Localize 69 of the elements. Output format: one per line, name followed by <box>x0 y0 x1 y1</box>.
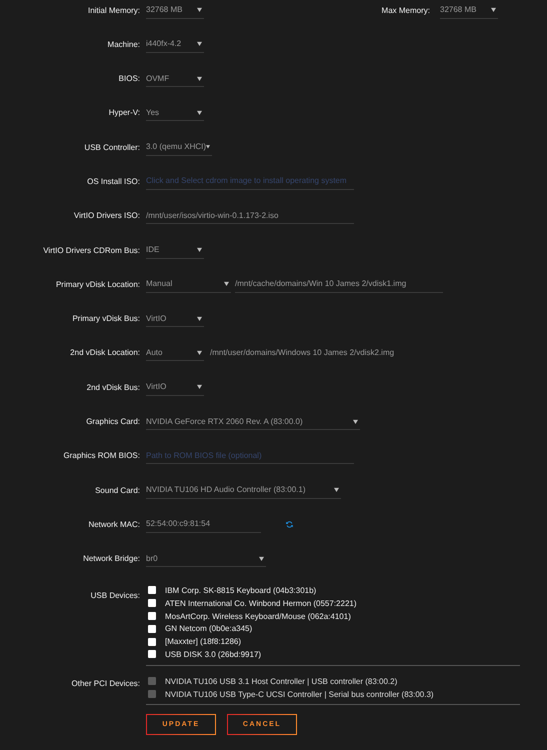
dropdown[interactable]: OVMF <box>146 70 204 88</box>
device-label: USB DISK 3.0 (26bd:9917) <box>165 650 262 659</box>
field-label: VirtIO Drivers CDRom Bus: <box>42 246 141 255</box>
checkbox[interactable] <box>148 586 156 594</box>
input-field[interactable]: Path to ROM BIOS file (optional) <box>146 447 354 464</box>
field-label: VirtIO Drivers ISO: <box>72 211 141 220</box>
caret-icon <box>197 76 202 81</box>
device-label: NVIDIA TU106 USB Type-C UCSI Controller | Serial bus controller (83:00.3) <box>165 690 434 699</box>
field-label: BIOS: <box>118 74 141 84</box>
checkbox[interactable] <box>148 624 156 633</box>
dropdown[interactable]: VirtIO <box>146 378 204 396</box>
field-label: Hyper-V: <box>108 108 141 118</box>
input-field[interactable]: 52:54:00:c9:81:54 <box>146 516 261 533</box>
dropdown[interactable]: br0 <box>146 550 266 568</box>
dropdown[interactable]: 3.0 (qemu XHCI) <box>146 138 212 156</box>
field-label: Network MAC: <box>87 520 141 529</box>
checkbox[interactable] <box>148 638 156 646</box>
input-field[interactable]: /mnt/cache/domains/Win 10 James 2/vdisk1.img <box>235 276 443 293</box>
caret-icon <box>197 316 202 321</box>
field-label: Primary vDisk Bus: <box>71 314 141 324</box>
dropdown[interactable]: Manual <box>146 276 231 293</box>
dropdown[interactable]: i440fx-4.2 <box>146 36 204 53</box>
caret-icon <box>197 7 202 12</box>
input-field[interactable]: Click and Select cdrom image to install operating system <box>146 172 354 190</box>
dropdown[interactable]: 32768 MB <box>146 2 204 18</box>
field-label: 2nd vDisk Location: <box>69 348 141 358</box>
field-label: USB Controller: <box>83 142 141 152</box>
caret-icon <box>197 41 202 46</box>
caret-icon <box>197 110 202 115</box>
field-label: USB Devices: <box>90 590 141 600</box>
caret-icon <box>224 281 229 286</box>
device-label: IBM Corp. SK-8815 Keyboard (04b3:301b) <box>165 586 316 595</box>
dropdown[interactable]: NVIDIA TU106 HD Audio Controller (83:00.1) <box>146 482 341 499</box>
field-label: Max Memory: <box>380 6 431 14</box>
dropdown[interactable]: VirtIO <box>146 310 204 328</box>
caret-icon <box>353 418 358 424</box>
field-label: Network Bridge: <box>82 554 141 564</box>
device-label: ATEN International Co. Winbond Hermon (0557:2221) <box>165 598 357 608</box>
field-label: Primary vDisk Location: <box>54 280 141 289</box>
input-field[interactable]: /mnt/user/isos/virtio-win-0.1.173-2.iso <box>146 207 354 224</box>
device-label: MosArtCorp. Wireless Keyboard/Mouse (062a:4101) <box>165 612 351 621</box>
dropdown[interactable]: 32768 MB <box>440 2 498 18</box>
device-label: NVIDIA TU106 USB 3.1 Host Controller | USB controller (83:00.2) <box>165 676 398 686</box>
field-label: OS Install ISO: <box>86 176 141 186</box>
dropdown[interactable]: Yes <box>146 104 204 122</box>
caret-icon <box>197 247 202 252</box>
dropdown[interactable]: Auto <box>146 344 204 362</box>
caret-icon <box>197 384 202 390</box>
field-label: Graphics Card: <box>85 417 141 426</box>
checkbox[interactable] <box>148 599 156 608</box>
caret-icon <box>197 350 202 355</box>
dropdown[interactable]: IDE <box>146 242 204 259</box>
checkbox[interactable] <box>148 650 156 658</box>
dropdown[interactable]: NVIDIA GeForce RTX 2060 Rev. A (83:00.0) <box>146 413 360 430</box>
field-label: 2nd vDisk Bus: <box>86 382 141 392</box>
path-text: /mnt/user/domains/Windows 10 James 2/vdisk2.img <box>210 348 394 358</box>
field-label: Graphics ROM BIOS: <box>62 451 141 460</box>
caret-icon <box>491 7 496 12</box>
field-label: Sound Card: <box>94 486 141 495</box>
field-label: Other PCI Devices: <box>70 678 141 688</box>
caret-icon <box>206 144 210 150</box>
refresh-icon[interactable] <box>285 520 294 529</box>
field-label: Initial Memory: <box>86 6 141 14</box>
device-label: [Maxxter] (18f8:1286) <box>165 637 242 646</box>
field-label: Machine: <box>106 40 141 49</box>
device-label: GN Netcom (0b0e:a345) <box>165 624 252 634</box>
caret-icon <box>334 487 339 492</box>
checkbox[interactable] <box>148 612 156 620</box>
caret-icon <box>259 556 264 561</box>
